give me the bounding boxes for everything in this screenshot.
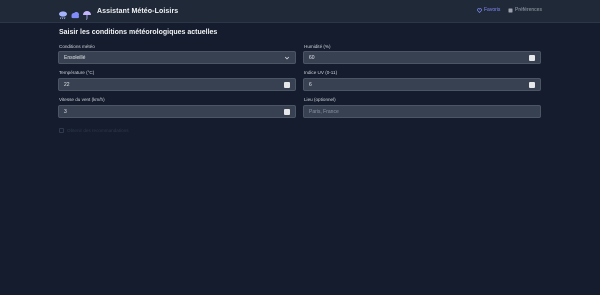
wind-input[interactable]: 3 <box>58 105 296 118</box>
number-spinner-icon[interactable] <box>284 108 290 115</box>
wind-label: Vitesse du vent (km/h) <box>59 97 105 102</box>
temperature-value: 22 <box>64 81 70 88</box>
app-title: Assistant Météo-Loisirs <box>97 8 179 15</box>
checkbox-icon[interactable] <box>59 128 64 133</box>
favorites-link[interactable]: Favoris <box>477 7 500 13</box>
cloud-icon <box>70 7 80 18</box>
wind-value: 3 <box>64 108 67 115</box>
uv-value: 6 <box>309 81 312 88</box>
humidity-input[interactable]: 60 <box>303 51 541 64</box>
preferences-label: Préférences <box>515 7 542 13</box>
preferences-link[interactable]: Préférences <box>508 7 542 13</box>
conditions-label: Conditions météo <box>59 44 95 49</box>
humidity-value: 60 <box>309 54 315 61</box>
form-title: Saisir les conditions météorologiques ac… <box>59 29 218 36</box>
conditions-value: Ensoleillé <box>64 54 86 61</box>
temperature-input[interactable]: 22 <box>58 78 296 91</box>
location-label: Lieu (optionnel) <box>304 97 336 102</box>
heart-icon <box>477 7 482 13</box>
uv-input[interactable]: 6 <box>303 78 541 91</box>
location-input[interactable]: Paris, France <box>303 105 541 118</box>
favorites-label: Favoris <box>484 7 501 13</box>
uv-label: Indice UV (0-11) <box>304 70 338 75</box>
number-spinner-icon[interactable] <box>529 81 535 88</box>
rain-cloud-icon <box>58 7 68 19</box>
umbrella-icon <box>82 7 92 20</box>
conditions-select[interactable]: Ensoleillé <box>58 51 296 64</box>
location-placeholder: Paris, France <box>309 108 339 115</box>
recommendations-option-label: Obtenir des recommandations <box>67 128 129 133</box>
number-spinner-icon[interactable] <box>529 54 535 61</box>
number-spinner-icon[interactable] <box>284 81 290 88</box>
settings-icon <box>508 8 513 12</box>
humidity-label: Humidité (%) <box>304 44 331 49</box>
chevron-down-icon <box>284 56 290 59</box>
temperature-label: Température (°C) <box>59 70 95 75</box>
recommendations-option[interactable]: Obtenir des recommandations <box>59 128 129 133</box>
top-navigation-bar: Assistant Météo-Loisirs Favoris Préféren… <box>0 0 600 23</box>
brand[interactable]: Assistant Météo-Loisirs <box>58 5 179 20</box>
